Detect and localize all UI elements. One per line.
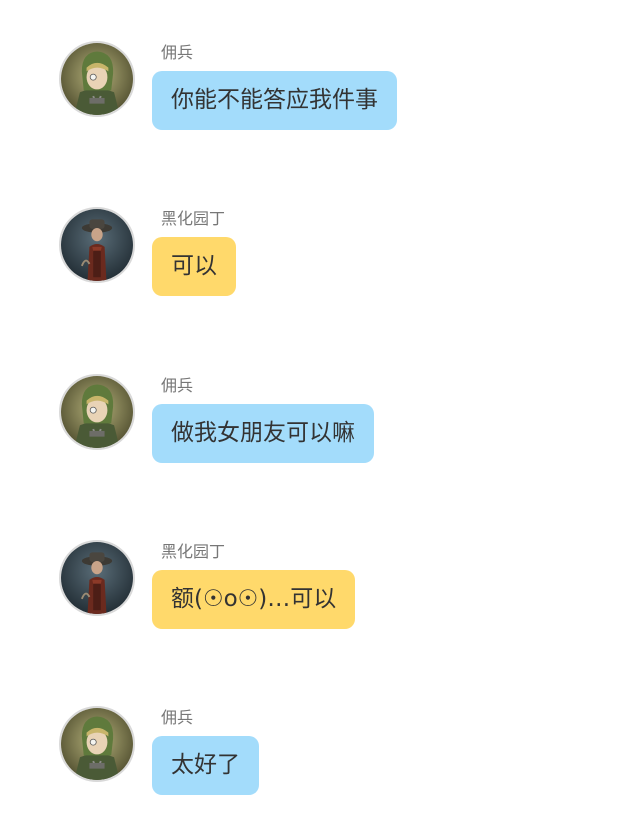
chat-message-5: 佣兵 太好了 xyxy=(0,706,619,806)
sender-name: 佣兵 xyxy=(161,708,194,727)
message-bubble[interactable]: 可以 xyxy=(152,237,236,296)
mercenary-portrait-icon xyxy=(61,43,133,115)
sender-name: 黑化园丁 xyxy=(161,209,226,228)
message-bubble[interactable]: 太好了 xyxy=(152,736,259,795)
gardener-portrait-icon xyxy=(61,209,133,281)
gardener-avatar[interactable] xyxy=(59,207,135,283)
mercenary-portrait-icon xyxy=(61,708,133,780)
mercenary-avatar[interactable] xyxy=(59,374,135,450)
message-bubble[interactable]: 做我女朋友可以嘛 xyxy=(152,404,374,463)
gardener-portrait-icon xyxy=(61,542,133,614)
message-bubble[interactable]: 你能不能答应我件事 xyxy=(152,71,397,130)
mercenary-avatar[interactable] xyxy=(59,41,135,117)
message-bubble[interactable]: 额(☉o☉)…可以 xyxy=(152,570,356,629)
gardener-avatar[interactable] xyxy=(59,540,135,616)
chat-message-4: 黑化园丁 额(☉o☉)…可以 xyxy=(0,540,619,640)
mercenary-avatar[interactable] xyxy=(59,706,135,782)
chat-message-3: 佣兵 做我女朋友可以嘛 xyxy=(0,374,619,474)
sender-name: 佣兵 xyxy=(161,376,194,395)
chat-message-2: 黑化园丁 可以 xyxy=(0,207,619,307)
sender-name: 黑化园丁 xyxy=(161,542,226,561)
chat-message-1: 佣兵 你能不能答应我件事 xyxy=(0,41,619,141)
mercenary-portrait-icon xyxy=(61,376,133,448)
sender-name: 佣兵 xyxy=(161,43,194,62)
